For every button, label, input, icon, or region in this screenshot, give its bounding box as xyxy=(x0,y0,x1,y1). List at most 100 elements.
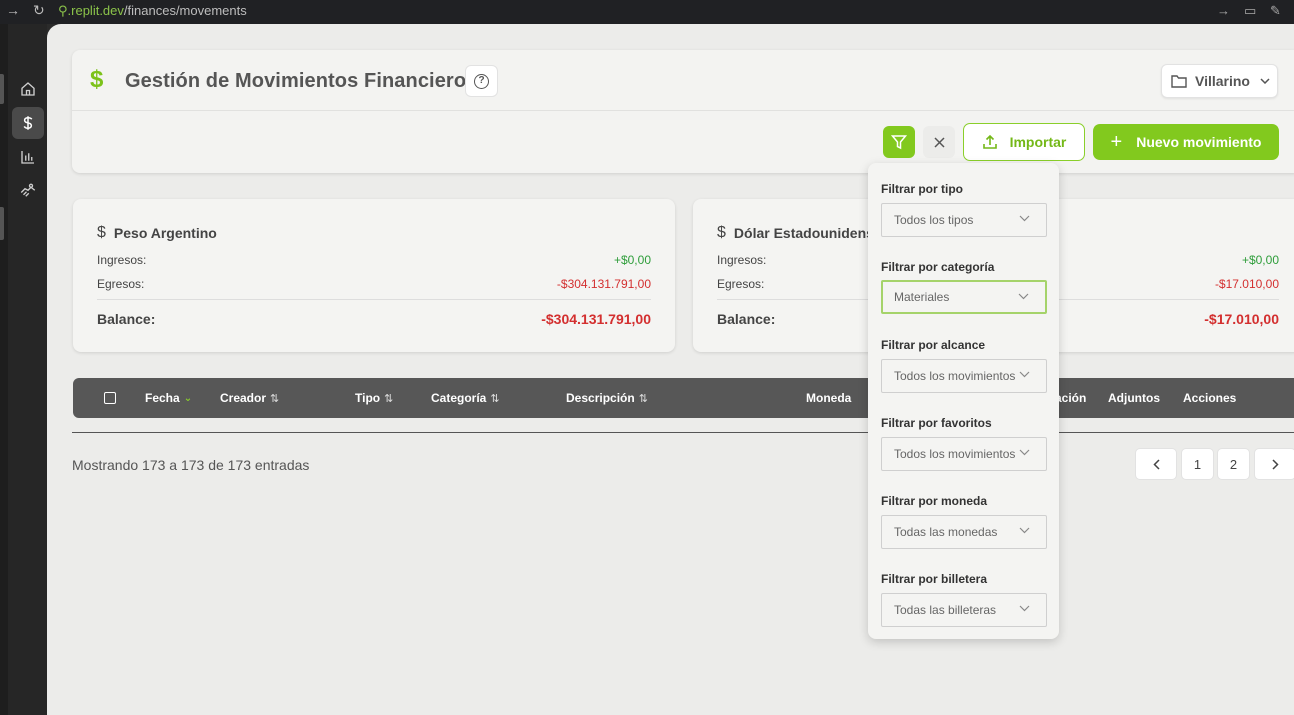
page-title: Gestión de Movimientos Financieros xyxy=(125,70,478,92)
sidebar-marker xyxy=(0,74,4,104)
select-all-checkbox[interactable] xyxy=(104,392,116,404)
chevron-down-icon xyxy=(1019,605,1030,612)
column-label: Acciones xyxy=(1183,391,1237,405)
import-label: Importar xyxy=(1009,134,1067,150)
question-icon: ? xyxy=(474,73,489,89)
balance-value: -$304.131.791,00 xyxy=(541,311,651,327)
browser-toolbar: → ↻ ⚲.replit.dev/finances/movements → ▭ … xyxy=(0,0,1294,24)
balance-value: -$17.010,00 xyxy=(1204,311,1279,327)
sort-icon: ⇅ xyxy=(638,392,648,405)
chevron-left-icon xyxy=(1152,458,1160,470)
url-path: /finances/movements xyxy=(123,3,247,18)
devices-icon[interactable]: ▭ xyxy=(1244,3,1256,19)
column-header-fecha[interactable]: Fecha ⌄ xyxy=(145,391,192,405)
sidebar-edge xyxy=(0,24,8,715)
sidebar-marker xyxy=(0,207,4,240)
chevron-down-icon xyxy=(1019,215,1030,222)
column-label: ación xyxy=(1055,391,1087,405)
currency-name: Peso Argentino xyxy=(113,225,217,241)
dollar-icon: $ xyxy=(90,66,104,93)
income-label: Ingresos: xyxy=(717,253,767,267)
filter-currency-select[interactable]: Todas las monedas xyxy=(881,515,1047,549)
table-bottom-border xyxy=(72,432,1294,433)
new-movement-label: Nuevo movimiento xyxy=(1136,134,1262,150)
chevron-right-icon xyxy=(1271,458,1279,470)
balance-label: Balance: xyxy=(717,311,776,327)
dollar-icon: $ xyxy=(717,224,726,241)
column-header-creador[interactable]: Creador ⇅ xyxy=(220,391,279,405)
column-header-categoria[interactable]: Categoría ⇅ xyxy=(431,391,500,405)
page-button[interactable]: 2 xyxy=(1217,448,1250,480)
column-header-acciones: Acciones xyxy=(1183,391,1236,405)
filter-icon xyxy=(891,135,907,150)
column-header-tipo[interactable]: Tipo ⇅ xyxy=(355,391,393,405)
sort-desc-icon: ⌄ xyxy=(183,392,193,404)
column-header-adjuntos: Adjuntos xyxy=(1108,391,1160,405)
balance-label: Balance: xyxy=(97,311,156,327)
help-button[interactable]: ? xyxy=(465,65,498,97)
expense-label: Egresos: xyxy=(97,277,145,291)
workspace-select[interactable]: Villarino xyxy=(1161,64,1278,98)
balance-card: $ Peso Argentino Ingresos: +$0,00 Egreso… xyxy=(73,199,675,352)
chevron-down-icon xyxy=(1019,527,1030,534)
filter-category-select[interactable]: Materiales xyxy=(881,280,1047,314)
pagination-info: Mostrando 173 a 173 de 173 entradas xyxy=(72,457,310,473)
page-button[interactable]: 1 xyxy=(1181,448,1214,480)
filter-scope-value: Todos los movimientos xyxy=(894,369,1016,383)
folder-icon xyxy=(1171,75,1187,88)
sidebar-item-finances[interactable] xyxy=(12,107,44,139)
clear-filters-button[interactable] xyxy=(923,126,955,158)
chevron-down-icon xyxy=(1260,78,1270,84)
arrow-right-icon[interactable]: → xyxy=(1217,3,1230,18)
filter-wallet-select[interactable]: Todas las billeteras xyxy=(881,593,1047,627)
filter-favorites-label: Filtrar por favoritos xyxy=(881,416,992,430)
currency-name: Dólar Estadounidense xyxy=(733,225,882,241)
sort-icon: ⇅ xyxy=(270,392,280,405)
column-header-moneda[interactable]: Moneda xyxy=(806,391,851,405)
new-movement-button[interactable]: + Nuevo movimiento xyxy=(1093,124,1279,160)
workspace-name: Villarino xyxy=(1195,73,1250,89)
dollar-icon xyxy=(23,116,33,130)
sort-icon: ⇅ xyxy=(384,392,394,405)
filter-currency-label: Filtrar por moneda xyxy=(881,494,988,508)
income-value: +$0,00 xyxy=(1241,253,1279,267)
income-value: +$0,00 xyxy=(613,253,651,267)
upload-icon xyxy=(982,134,997,149)
filter-category-value: Materiales xyxy=(894,290,950,304)
filter-scope-select[interactable]: Todos los movimientos xyxy=(881,359,1047,393)
balance-card-title: $ Peso Argentino xyxy=(97,224,217,242)
column-header-valoracion[interactable]: ación xyxy=(1055,391,1086,405)
filter-type-select[interactable]: Todos los tipos xyxy=(881,203,1047,237)
next-page-button[interactable] xyxy=(1254,448,1294,480)
import-button[interactable]: Importar xyxy=(963,123,1085,161)
divider xyxy=(97,299,651,300)
balance-card-title: $ Dólar Estadounidense xyxy=(717,224,882,242)
filter-wallet-label: Filtrar por billetera xyxy=(881,572,988,586)
wrench-icon[interactable]: ✎ xyxy=(1270,3,1281,19)
forward-icon[interactable]: → xyxy=(6,2,20,18)
chevron-down-icon xyxy=(1018,293,1029,300)
reload-icon[interactable]: ↻ xyxy=(33,2,45,19)
income-row: Ingresos: +$0,00 xyxy=(97,253,651,267)
prev-page-button[interactable] xyxy=(1135,448,1177,480)
address-bar[interactable]: ⚲.replit.dev/finances/movements xyxy=(58,3,247,19)
sidebar-item-home[interactable] xyxy=(12,73,44,105)
filter-wallet-value: Todas las billeteras xyxy=(894,603,997,617)
dollar-icon: $ xyxy=(97,224,106,241)
header-divider xyxy=(72,110,1294,111)
sidebar-item-handshake[interactable] xyxy=(12,175,44,207)
column-header-descripcion[interactable]: Descripción ⇅ xyxy=(566,391,648,405)
filter-scope-label: Filtrar por alcance xyxy=(881,338,986,352)
filter-type-label: Filtrar por tipo xyxy=(881,182,963,196)
filter-button[interactable] xyxy=(883,126,915,158)
filter-panel: Filtrar por tipo Todos los tipos Filtrar… xyxy=(868,163,1059,639)
filter-favorites-select[interactable]: Todos los movimientos xyxy=(881,437,1047,471)
url-domain: .replit.dev xyxy=(67,3,124,18)
chevron-down-icon xyxy=(1019,371,1030,378)
sidebar-item-reports[interactable] xyxy=(12,141,44,173)
expense-row: Egresos: -$304.131.791,00 xyxy=(97,277,651,291)
plus-icon: + xyxy=(1110,131,1123,153)
handshake-icon xyxy=(20,183,36,197)
column-label: Moneda xyxy=(806,391,852,405)
main-content: $ Gestión de Movimientos Financieros ? V… xyxy=(47,24,1294,715)
